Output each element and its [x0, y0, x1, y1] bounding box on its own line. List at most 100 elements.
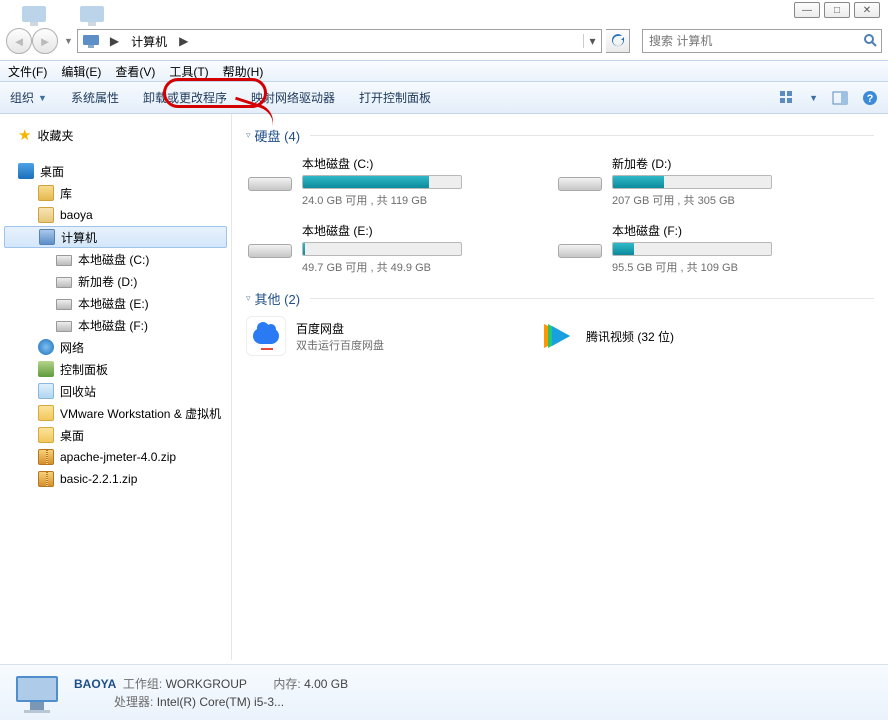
sidebar-recycle-bin[interactable]: 回收站	[0, 380, 231, 402]
other-item-name: 百度网盘	[296, 320, 384, 337]
star-icon: ★	[18, 126, 31, 144]
computer-icon	[82, 32, 100, 50]
sidebar-computer[interactable]: 计算机	[4, 226, 227, 248]
sidebar-vmware[interactable]: VMware Workstation & 虚拟机	[0, 402, 231, 424]
drive-stat: 95.5 GB 可用 , 共 109 GB	[612, 259, 844, 275]
status-workgroup-value: WORKGROUP	[166, 677, 247, 691]
computer-large-icon	[14, 672, 60, 714]
menu-bar: 文件(F) 编辑(E) 查看(V) 工具(T) 帮助(H)	[0, 60, 888, 82]
collapse-triangle-icon: ▿	[246, 130, 251, 141]
group-header[interactable]: ▿ 其他 (2)	[246, 289, 874, 308]
status-computer-name: BAOYA	[74, 677, 116, 691]
crumb-arrow[interactable]: ▶	[104, 32, 125, 50]
sidebar-item-label: 网络	[60, 339, 84, 356]
close-button[interactable]: ✕	[854, 2, 880, 18]
back-button[interactable]: ◄	[6, 28, 32, 54]
status-memory-value: 4.00 GB	[304, 677, 348, 691]
sidebar-library[interactable]: 库	[0, 182, 231, 204]
drive-icon	[558, 155, 602, 191]
sidebar-jmeter-zip[interactable]: apache-jmeter-4.0.zip	[0, 446, 231, 468]
drive-icon	[558, 222, 602, 258]
drive-stat: 24.0 GB 可用 , 共 119 GB	[302, 192, 534, 208]
maximize-button[interactable]: □	[824, 2, 850, 18]
help-button[interactable]: ?	[862, 90, 878, 106]
sidebar-user[interactable]: baoya	[0, 204, 231, 226]
sidebar-control-panel[interactable]: 控制面板	[0, 358, 231, 380]
preview-pane-button[interactable]	[832, 90, 848, 106]
content-area: ★ 收藏夹 桌面 库 baoya 计算机 本地磁盘 (C:) 新加卷 (D:)	[0, 114, 888, 660]
drive-item[interactable]: 本地磁盘 (E:)49.7 GB 可用 , 共 49.9 GB	[246, 220, 536, 277]
control-panel-icon	[38, 361, 54, 377]
search-icon[interactable]	[859, 33, 881, 50]
drive-usage-bar	[302, 242, 462, 256]
menu-help[interactable]: 帮助(H)	[223, 63, 264, 80]
toolbar-control-panel[interactable]: 打开控制面板	[359, 89, 431, 106]
toolbar: 组织▼ 系统属性 卸载或更改程序 映射网络驱动器 打开控制面板 ▼ ?	[0, 82, 888, 114]
search-box[interactable]	[642, 29, 882, 53]
group-header[interactable]: ▿ 硬盘 (4)	[246, 126, 874, 145]
other-item-tencent[interactable]: 腾讯视频 (32 位)	[536, 316, 796, 356]
sidebar-item-label: 新加卷 (D:)	[78, 273, 137, 290]
sidebar-drive-e[interactable]: 本地磁盘 (E:)	[0, 292, 231, 314]
zip-icon	[38, 471, 54, 487]
view-mode-button[interactable]	[779, 90, 795, 106]
group-title: 硬盘 (4)	[255, 126, 301, 145]
collapse-triangle-icon: ▿	[246, 293, 251, 304]
status-cpu-value: Intel(R) Core(TM) i5-3...	[157, 695, 284, 709]
drives-list: 本地磁盘 (C:) 24.0 GB 可用 , 共 119 GB 新加卷 (D:)20…	[246, 153, 874, 277]
nav-row: ◄ ► ▼ ▶ 计算机 ▶ ▾	[0, 25, 888, 57]
sidebar-favorites[interactable]: ★ 收藏夹	[0, 124, 231, 146]
sidebar-drive-f[interactable]: 本地磁盘 (F:)	[0, 314, 231, 336]
sidebar-item-label: 桌面	[40, 163, 64, 180]
toolbar-system-properties[interactable]: 系统属性	[71, 89, 119, 106]
sidebar-drive-c[interactable]: 本地磁盘 (C:)	[0, 248, 231, 270]
minimize-button[interactable]: —	[794, 2, 820, 18]
sidebar-item-label: 回收站	[60, 383, 96, 400]
desktop-icon	[18, 163, 34, 179]
other-item-sub: 双击运行百度网盘	[296, 337, 384, 353]
history-dropdown[interactable]: ▼	[64, 36, 73, 46]
drive-item[interactable]: 本地磁盘 (C:) 24.0 GB 可用 , 共 119 GB	[246, 153, 536, 210]
sidebar-network[interactable]: 网络	[0, 336, 231, 358]
svg-text:?: ?	[867, 93, 874, 105]
address-bar[interactable]: ▶ 计算机 ▶ ▾	[77, 29, 602, 53]
refresh-button[interactable]	[606, 29, 630, 53]
drive-item[interactable]: 本地磁盘 (F:) 95.5 GB 可用 , 共 109 GB	[556, 220, 846, 277]
folder-icon	[38, 405, 54, 421]
organize-button[interactable]: 组织▼	[10, 89, 47, 106]
sidebar-desktop-folder[interactable]: 桌面	[0, 424, 231, 446]
drive-name: 本地磁盘 (C:)	[302, 155, 534, 172]
drive-stat: 207 GB 可用 , 共 305 GB	[612, 192, 844, 208]
forward-button[interactable]: ►	[32, 28, 58, 54]
menu-tools[interactable]: 工具(T)	[169, 63, 208, 80]
toolbar-uninstall-programs[interactable]: 卸载或更改程序	[143, 89, 227, 106]
status-text: BAOYA 工作组: WORKGROUP 内存: 4.00 GB 处理器: In…	[74, 675, 348, 711]
sidebar-item-label: 收藏夹	[37, 127, 73, 144]
sidebar-basic-zip[interactable]: basic-2.2.1.zip	[0, 468, 231, 490]
drive-item[interactable]: 新加卷 (D:)207 GB 可用 , 共 305 GB	[556, 153, 846, 210]
drive-name: 本地磁盘 (F:)	[612, 222, 844, 239]
toolbar-map-network-drive[interactable]: 映射网络驱动器	[251, 89, 335, 106]
other-item-baidu[interactable]: 百度网盘 双击运行百度网盘	[246, 316, 506, 356]
sidebar-desktop[interactable]: 桌面	[0, 160, 231, 182]
sidebar-drive-d[interactable]: 新加卷 (D:)	[0, 270, 231, 292]
sidebar-item-label: basic-2.2.1.zip	[60, 472, 137, 486]
drive-icon	[248, 155, 292, 191]
crumb-arrow[interactable]: ▶	[173, 32, 194, 50]
other-item-name: 腾讯视频 (32 位)	[586, 328, 674, 345]
menu-file[interactable]: 文件(F)	[8, 63, 47, 80]
status-workgroup-label: 工作组:	[123, 677, 162, 691]
sidebar-item-label: 桌面	[60, 427, 84, 444]
menu-edit[interactable]: 编辑(E)	[61, 63, 101, 80]
menu-view[interactable]: 查看(V)	[115, 63, 155, 80]
divider	[310, 135, 874, 136]
tencent-video-icon	[536, 316, 576, 356]
sidebar-item-label: 控制面板	[60, 361, 108, 378]
drive-icon	[248, 222, 292, 258]
drive-stat: 49.7 GB 可用 , 共 49.9 GB	[302, 259, 534, 275]
search-input[interactable]	[643, 32, 859, 50]
crumb-computer[interactable]: 计算机	[125, 31, 173, 52]
drive-icon	[56, 255, 72, 266]
sidebar-item-label: 本地磁盘 (F:)	[78, 317, 148, 334]
address-dropdown[interactable]: ▾	[583, 34, 601, 48]
